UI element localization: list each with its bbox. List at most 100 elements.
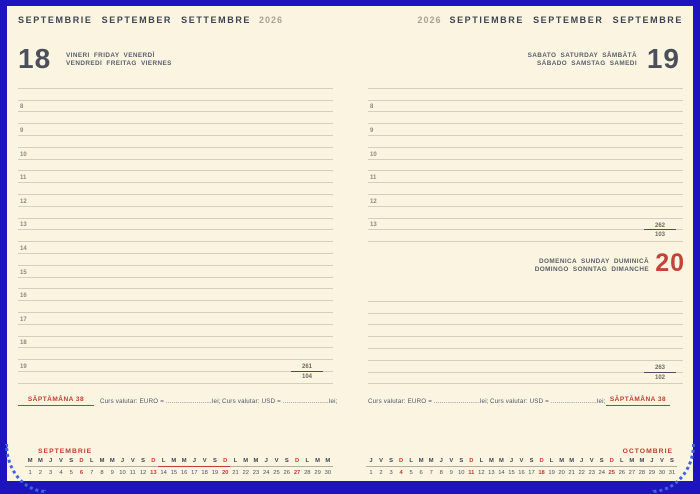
calendar-day-letter: J (577, 457, 587, 467)
calendar-day: M 20 (557, 457, 567, 478)
calendar-day-number: 17 (527, 467, 537, 478)
days-remaining: 102 (640, 373, 680, 385)
currency-euro-right: Curs valutar: EURO = ...................… (368, 398, 489, 405)
schedule-row (368, 361, 683, 373)
diary-sheet: SEPTEMBRIE SEPTEMBER SETTEMBRE2026 18 VI… (7, 6, 693, 481)
calendar-day: S 3 (386, 457, 396, 478)
calendar-day-number: 10 (456, 467, 466, 478)
day-counter-20: 263 102 (640, 361, 680, 385)
calendar-day-letter: V (657, 457, 667, 467)
calendar-day-letter: L (547, 457, 557, 467)
calendar-day: M 14 (496, 457, 506, 478)
day-names-20: DOMENICA SUNDAY DUMINICĂ DOMINGO SONNTAG… (535, 258, 649, 274)
calendar-day-number: 14 (496, 467, 506, 478)
calendar-day-letter: S (597, 457, 607, 467)
schedule-row (368, 207, 683, 219)
day-number-20: 20 (655, 251, 685, 276)
schedule-row (368, 112, 683, 124)
right-month-names: SEPTIEMBRE SEPTEMBER SEPTEMBRE (449, 15, 683, 25)
calendar-day: L 5 (406, 457, 416, 478)
mini-calendar-label-october: OCTOMBRIE (623, 448, 673, 455)
calendar-day: M 7 (426, 457, 436, 478)
day-names-20-line2: DOMINGO SONNTAG DIMANCHE (535, 266, 649, 274)
calendar-day: V 16 (516, 457, 526, 478)
calendar-day-letter: M (627, 457, 637, 467)
calendar-day-number: 31 (667, 467, 677, 478)
calendar-day: V 9 (446, 457, 456, 478)
schedule-row (368, 230, 683, 242)
calendar-day: L 12 (476, 457, 486, 478)
calendar-day: S 17 (527, 457, 537, 478)
calendar-day-letter: S (527, 457, 537, 467)
calendar-day-number: 7 (426, 467, 436, 478)
calendar-day-number: 5 (406, 467, 416, 478)
calendar-day-letter: S (456, 457, 466, 467)
calendar-day: S 24 (597, 457, 607, 478)
calendar-day: J 15 (506, 457, 516, 478)
mini-calendar-october: J 1 V 2 S 3 D 4 L 5 M (366, 457, 677, 477)
calendar-day-letter: J (436, 457, 446, 467)
calendar-day: J 1 (366, 457, 376, 478)
hour-label: 10 (370, 152, 377, 158)
hour-label: 13 (370, 222, 377, 228)
calendar-day-number: 26 (617, 467, 627, 478)
calendar-day-number: 13 (486, 467, 496, 478)
days-remaining: 103 (640, 230, 680, 242)
schedule-row: 9 (368, 124, 683, 136)
calendar-day-number: 20 (557, 467, 567, 478)
calendar-day-letter: V (376, 457, 386, 467)
hour-label: 11 (370, 175, 376, 181)
schedule-row (368, 373, 683, 385)
calendar-day: D 4 (396, 457, 406, 478)
calendar-day-letter: M (486, 457, 496, 467)
schedule-row: 13 (368, 219, 683, 231)
currency-usd-right: Curs valutar: USD = ....................… (490, 398, 606, 405)
day-number-19: 19 (647, 45, 680, 73)
calendar-day-letter: L (617, 457, 627, 467)
calendar-day-number: 30 (657, 467, 667, 478)
calendar-day-number: 11 (466, 467, 476, 478)
calendar-day-number: 25 (607, 467, 617, 478)
calendar-day-number: 15 (506, 467, 516, 478)
calendar-day: V 23 (587, 457, 597, 478)
hour-label: 12 (370, 199, 377, 205)
calendar-day-number: 12 (476, 467, 486, 478)
calendar-day: M 28 (637, 457, 647, 478)
schedule-row (368, 77, 683, 89)
calendar-day-letter: D (396, 457, 406, 467)
calendar-day-letter: V (446, 457, 456, 467)
calendar-day-number: 19 (547, 467, 557, 478)
calendar-day-letter: D (607, 457, 617, 467)
calendar-day: D 18 (537, 457, 547, 478)
calendar-day-number: 3 (386, 467, 396, 478)
calendar-day-letter: J (647, 457, 657, 467)
schedule-row (368, 337, 683, 349)
calendar-day: M 27 (627, 457, 637, 478)
schedule-row: 11 (368, 171, 683, 183)
schedule-row (368, 302, 683, 314)
calendar-day-letter: V (516, 457, 526, 467)
calendar-day: V 2 (376, 457, 386, 478)
right-year: 2026 (417, 15, 441, 25)
calendar-day-letter: L (406, 457, 416, 467)
calendar-day-number: 8 (436, 467, 446, 478)
calendar-day-letter: M (557, 457, 567, 467)
calendar-day-number: 2 (376, 467, 386, 478)
day-names-19: SABATO SATURDAY SÂMBĂTĂ SÁBADO SAMSTAG S… (528, 52, 637, 68)
calendar-day-letter: M (496, 457, 506, 467)
calendar-day-number: 28 (637, 467, 647, 478)
schedule-row (368, 136, 683, 148)
calendar-day-letter: V (587, 457, 597, 467)
calendar-day-number: 9 (446, 467, 456, 478)
calendar-day-letter: M (416, 457, 426, 467)
day-names-19-line2: SÁBADO SAMSTAG SAMEDI (528, 60, 637, 68)
schedule-row: 8 (368, 101, 683, 113)
day-names-19-line1: SABATO SATURDAY SÂMBĂTĂ (528, 52, 637, 60)
day-counter-19: 262 103 (640, 219, 680, 243)
day-of-year: 263 (644, 361, 676, 373)
day-of-year: 262 (644, 219, 676, 231)
schedule-row (368, 314, 683, 326)
calendar-day-number: 27 (627, 467, 637, 478)
calendar-day-letter: M (426, 457, 436, 467)
calendar-day: M 6 (416, 457, 426, 478)
